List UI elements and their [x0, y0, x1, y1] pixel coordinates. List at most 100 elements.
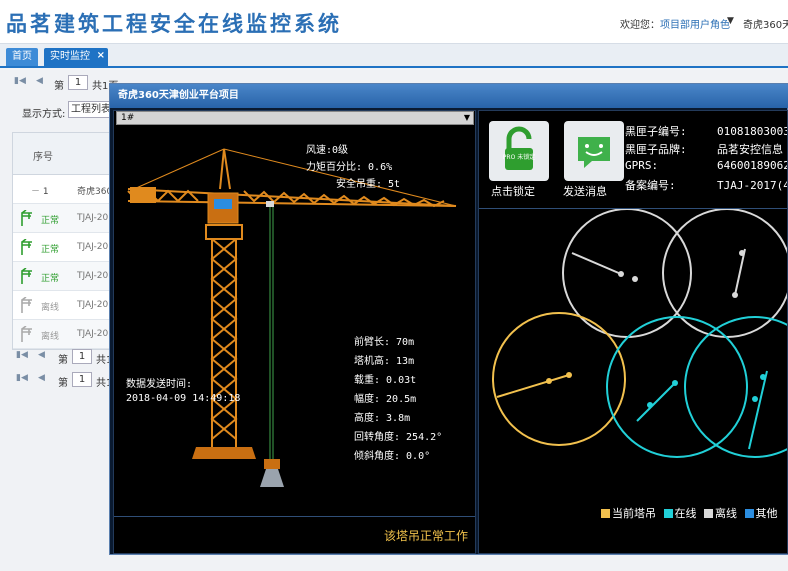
info-blackbox-id: 黑匣子编号: 01081803003: [625, 125, 788, 138]
amplitude: 幅度: 20.5m: [354, 394, 417, 405]
crane-point: [739, 250, 745, 256]
status-label: 离线: [41, 332, 60, 342]
crane-online-icon: [21, 268, 32, 284]
status-label: 离线: [41, 303, 60, 313]
legend-current: 当前塔吊: [601, 507, 656, 520]
crane-map-panel: PRO 未锁定 点击锁定 发送消息 黑匣子编号: 01081803003 黑匣子品…: [478, 110, 788, 554]
column-header-seq: 序号: [33, 152, 53, 163]
display-mode-select[interactable]: 工程列表: [68, 101, 110, 118]
role-selector[interactable]: 项目部用户角色: [660, 16, 730, 31]
front-arm-length: 前臂长: 70m: [354, 337, 415, 348]
tower-height: 塔机高: 13m: [354, 356, 415, 367]
list-header: 序号: [13, 133, 109, 175]
project-row[interactable]: － 1 奇虎360: [13, 175, 113, 204]
legend-offline: 离线: [704, 507, 737, 520]
record-code: TJAJ-20: [77, 242, 109, 252]
prev-page-icon[interactable]: ◀: [38, 373, 45, 383]
info-blackbox-brand: 黑匣子品牌: 品茗安控信息: [625, 143, 783, 156]
crane-select-value: 1#: [121, 113, 135, 123]
crane-point: [760, 374, 766, 380]
crane-monitor-dialog: 奇虎360天津创业平台项目 1# ▼ 风速:0级 力矩百分比: 0.6% 安全吊…: [109, 83, 788, 555]
map-legend: 当前塔吊 在线 离线 其他: [601, 505, 782, 521]
crane-view-panel: 1# ▼ 风速:0级 力矩百分比: 0.6% 安全吊重: 5t 数据发送时间: …: [113, 110, 476, 554]
crane-online-icon: [21, 210, 32, 226]
crane-select[interactable]: 1# ▼: [116, 111, 474, 125]
app-header: 品茗建筑工程安全在线监控系统 欢迎您： 项目部用户角色 ▼ 奇虎360天津: [0, 0, 788, 44]
table-row[interactable]: 正常 TJAJ-20: [13, 204, 109, 233]
counterweight: [130, 187, 156, 203]
lock-icon: PRO 未锁定: [503, 126, 535, 170]
caret-down-icon[interactable]: ▼: [464, 112, 470, 124]
record-code: TJAJ-20: [77, 300, 109, 310]
crane-point: [632, 276, 638, 282]
collapse-toggle[interactable]: － 1: [31, 184, 49, 197]
send-time-label: 数据发送时间:: [126, 379, 193, 390]
crane-point: [752, 396, 758, 402]
crane-offline-icon: [21, 326, 32, 342]
first-page-icon[interactable]: ▮◀: [16, 350, 28, 360]
prev-page-icon[interactable]: ◀: [36, 76, 43, 86]
legend-online: 在线: [663, 507, 697, 520]
safe-load: 安全吊重: 5t: [336, 179, 401, 190]
record-code: TJAJ-20: [77, 213, 109, 223]
prev-page-icon[interactable]: ◀: [38, 350, 45, 360]
info-record-number: 备案编号:TJAJ-2017(4): [625, 179, 787, 192]
status-label: 正常: [41, 216, 60, 226]
record-code: TJAJ-20: [77, 271, 109, 281]
page-prefix: 第: [58, 355, 68, 366]
page-input[interactable]: 1: [72, 349, 92, 364]
status-label: 正常: [41, 274, 60, 284]
send-time: 2018-04-09 14:49:18: [126, 393, 241, 404]
first-page-icon[interactable]: ▮◀: [14, 76, 26, 86]
tab-realtime-monitor[interactable]: 实时监控 ×: [44, 48, 108, 66]
user-name[interactable]: 奇虎360天津: [743, 16, 788, 31]
project-name: 奇虎360: [77, 187, 113, 197]
lock-button[interactable]: PRO 未锁定: [489, 121, 549, 181]
send-message-button[interactable]: [564, 121, 624, 181]
first-page-icon[interactable]: ▮◀: [16, 373, 28, 383]
tab-home[interactable]: 首页: [6, 48, 38, 66]
legend-other: 其他: [744, 507, 778, 520]
hook-icon: [260, 469, 284, 487]
table-row[interactable]: 正常 TJAJ-20: [13, 233, 109, 262]
page-input[interactable]: 1: [68, 75, 88, 90]
display-mode-label: 显示方式:: [22, 109, 66, 120]
close-icon[interactable]: ×: [97, 47, 105, 65]
tab-realtime-monitor-label: 实时监控: [50, 51, 90, 62]
wind-speed: 风速:0级: [306, 145, 349, 156]
page-input[interactable]: 1: [72, 372, 92, 387]
tower-crane-illustration: [127, 148, 457, 487]
crane-base: [192, 447, 256, 459]
caret-down-icon[interactable]: ▼: [727, 16, 734, 26]
chat-icon: [578, 137, 610, 168]
tab-bar: 首页 实时监控 ×: [0, 44, 788, 68]
load-weight: 载重: 0.03t: [354, 375, 417, 386]
page-prefix: 第: [54, 81, 64, 92]
table-row[interactable]: 离线 TJAJ-20: [13, 320, 109, 349]
page-prefix: 第: [58, 378, 68, 389]
crane-point: [732, 292, 738, 298]
crane-online-icon: [21, 239, 32, 255]
hook-height: 高度: 3.8m: [354, 413, 411, 424]
send-message-label: 发送消息: [563, 185, 607, 198]
welcome-text: 欢迎您：: [620, 20, 660, 31]
status-footer: 该塔吊正常工作: [114, 516, 475, 553]
crane-point: [647, 402, 653, 408]
crane-position-map: [492, 209, 787, 458]
project-list: 序号 － 1 奇虎360 正常 TJAJ-20 正常 TJAJ-20 正常 TJ…: [12, 132, 113, 350]
app-title: 品茗建筑工程安全在线监控系统: [6, 12, 342, 36]
table-row[interactable]: 离线 TJAJ-20: [13, 291, 109, 320]
table-row[interactable]: 正常 TJAJ-20: [13, 262, 109, 291]
rotation-angle: 回转角度: 254.2°: [354, 432, 443, 443]
lock-label: 点击锁定: [491, 185, 535, 198]
svg-text:PRO 未锁定: PRO 未锁定: [503, 153, 535, 161]
cab-window: [214, 199, 232, 209]
hook-block: [264, 459, 280, 469]
torque-percent: 力矩百分比: 0.6%: [306, 162, 393, 173]
crane-point: [672, 380, 678, 386]
crane-point: [618, 271, 624, 277]
crane-range-online: [684, 316, 787, 458]
tilt-angle: 倾斜角度: 0.0°: [354, 451, 431, 462]
crane-status-message: 该塔吊正常工作: [384, 529, 469, 543]
dialog-title[interactable]: 奇虎360天津创业平台项目: [110, 84, 788, 108]
